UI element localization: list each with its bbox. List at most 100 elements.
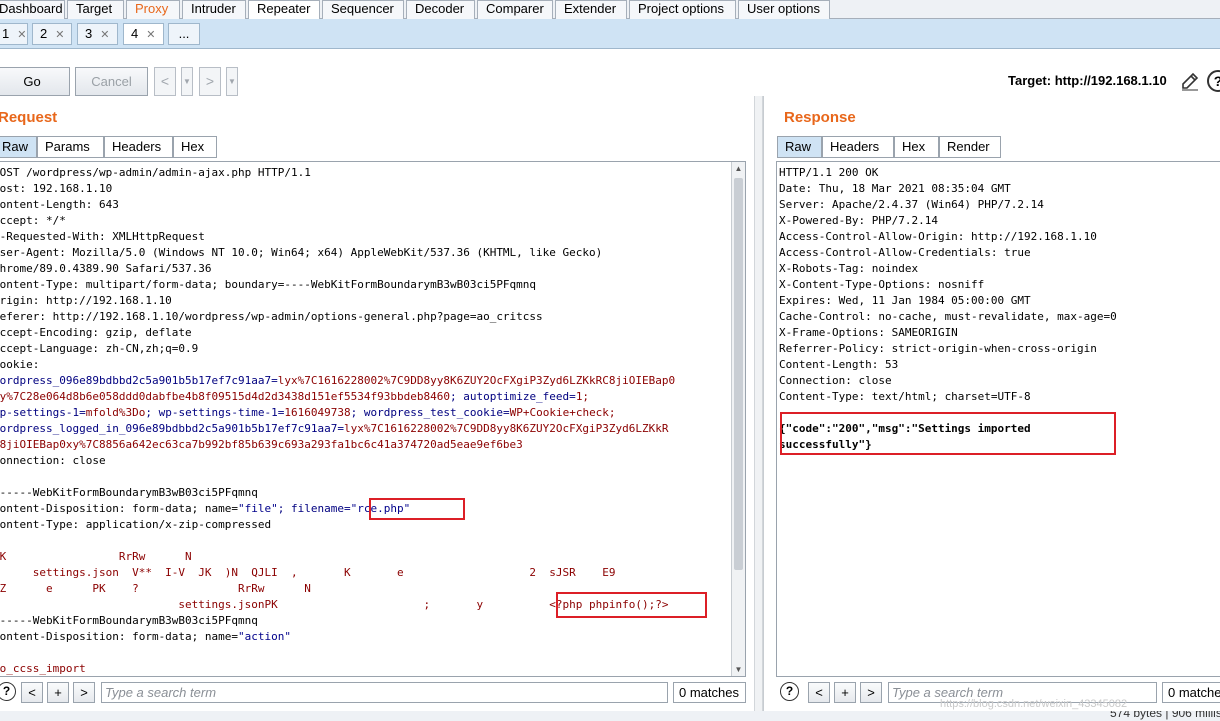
search-input[interactable]: Type a search term [101,682,668,703]
response-text: X-Robots-Tag: noindex [779,262,919,275]
scroll-down-icon[interactable]: ▼ [732,663,745,676]
request-line: wordpress_logged_in_096e89bdbbd2c5a901b5… [0,421,675,437]
request-line: Content-Type: application/x-zip-compress… [0,517,675,533]
request-text: Content-Type: application/x-zip-compress… [0,518,272,531]
request-text: ------WebKitFormBoundarymB3wB03ci5PFqmnq [0,614,258,627]
response-line: Content-Type: text/html; charset=UTF-8 [779,389,1117,405]
tab-user-options[interactable]: User options [738,0,830,19]
help-icon[interactable]: ? [0,682,16,701]
close-icon[interactable]: ✕ [55,29,64,41]
search-add-button[interactable]: + [834,682,856,703]
request-text: POST /wordpress/wp-admin/admin-ajax.php … [0,166,311,179]
search-next-button[interactable]: > [73,682,95,703]
tab-project-options[interactable]: Project options [629,0,736,19]
request-text: xy%7C28e064d8b6e058ddd0dabfbe4b8f09515d4… [0,390,450,403]
request-text: Origin: http://192.168.1.10 [0,294,172,307]
request-tab-hex[interactable]: Hex [173,136,217,158]
request-line: wp-settings-1=mfold%3Do; wp-settings-tim… [0,405,675,421]
highlight-response-json [780,412,1116,455]
request-text: Referer: http://192.168.1.10/wordpress/w… [0,310,543,323]
response-line: X-Frame-Options: SAMEORIGIN [779,325,1117,341]
tab-decoder[interactable]: Decoder [406,0,475,19]
response-tab-headers[interactable]: Headers [822,136,894,158]
response-tab-hex[interactable]: Hex [894,136,939,158]
response-title: Response [784,109,856,126]
request-text: Chrome/89.0.4389.90 Safari/537.36 [0,262,212,275]
toolbar: Go Cancel < ▼ > ▼ Target: http://192.168… [0,50,1220,96]
scroll-up-icon[interactable]: ▲ [732,162,745,175]
forward-arrow-icon[interactable]: > [199,67,221,96]
cancel-button[interactable]: Cancel [75,67,148,96]
request-text: ; wordpress_test_cookie= [350,406,510,419]
response-body: HTTP/1.1 200 OK Date: Thu, 18 Mar 2021 08… [779,165,1117,453]
close-icon[interactable]: ✕ [100,29,109,41]
response-text: Expires: Wed, 11 Jan 1984 05:00:00 GMT [779,294,1031,307]
response-line: Access-Control-Allow-Credentials: true [779,245,1117,261]
request-text: wordpress_logged_in_096e89bdbbd2c5a901b5… [0,422,344,435]
request-value: mfold%3Do [85,406,146,419]
request-line: Cookie: [0,357,675,373]
repeater-tab-1[interactable]: 1 ✕ [0,23,28,45]
panel-splitter[interactable] [754,96,763,711]
response-text: X-Content-Type-Options: nosniff [779,278,985,291]
request-line: xy%7C28e064d8b6e058ddd0dabfbe4b8f09515d4… [0,389,675,405]
request-tab-params[interactable]: Params [37,136,104,158]
close-icon[interactable]: ✕ [146,29,155,41]
request-value: WP+Cookie+check; [509,406,616,419]
help-icon[interactable]: ? [780,682,799,701]
request-line: Host: 192.168.1.10 [0,181,675,197]
pencil-icon[interactable] [1179,70,1201,92]
tab-proxy[interactable]: Proxy [126,0,180,19]
repeater-tab-3[interactable]: 3 ✕ [77,23,118,45]
response-tab-raw[interactable]: Raw [777,136,822,158]
request-line: Accept-Encoding: gzip, deflate [0,325,675,341]
scroll-thumb[interactable] [734,178,743,570]
request-scrollbar[interactable]: ▲ ▼ [731,162,745,676]
request-line: Referer: http://192.168.1.10/wordpress/w… [0,309,675,325]
response-line: Expires: Wed, 11 Jan 1984 05:00:00 GMT [779,293,1117,309]
forward-dropdown-icon[interactable]: ▼ [226,67,238,96]
repeater-tab-label: 3 [85,26,93,41]
response-line: Connection: close [779,373,1117,389]
new-tab-button[interactable]: ... [168,23,200,45]
tab-repeater[interactable]: Repeater [248,0,320,20]
request-line [0,645,675,661]
request-text: User-Agent: Mozilla/5.0 (Windows NT 10.0… [0,246,603,259]
response-line: Access-Control-Allow-Origin: http://192.… [779,229,1117,245]
tab-intruder[interactable]: Intruder [182,0,246,19]
response-text: X-Frame-Options: SAMEORIGIN [779,326,958,339]
search-prev-button[interactable]: < [21,682,43,703]
request-text: ------WebKitFormBoundarymB3wB03ci5PFqmnq [0,486,258,499]
request-text: settings.json V** I-V JK )N QJLI , K e 2… [0,566,616,579]
help-icon[interactable]: ? [1207,70,1220,92]
repeater-tab-2[interactable]: 2 ✕ [32,23,72,45]
tab-sequencer[interactable]: Sequencer [322,0,404,19]
search-prev-button[interactable]: < [808,682,830,703]
request-tab-raw[interactable]: Raw [0,136,37,158]
repeater-tab-label: 4 [131,26,139,41]
tab-target[interactable]: Target [67,0,124,19]
request-tab-headers[interactable]: Headers [104,136,173,158]
request-line: Accept-Language: zh-CN,zh;q=0.9 [0,341,675,357]
request-line: Accept: */* [0,213,675,229]
response-tab-render[interactable]: Render [939,136,1001,158]
request-text: Content-Type: multipart/form-data; bound… [0,278,537,291]
tab-dashboard[interactable]: Dashboard [0,0,65,19]
response-text: Access-Control-Allow-Origin: http://192.… [779,230,1097,243]
go-button[interactable]: Go [0,67,70,96]
request-text: Host: 192.168.1.10 [0,182,113,195]
search-next-button[interactable]: > [860,682,882,703]
tab-comparer[interactable]: Comparer [477,0,553,19]
back-dropdown-icon[interactable]: ▼ [181,67,193,96]
tab-extender[interactable]: Extender [555,0,627,19]
response-text: Date: Thu, 18 Mar 2021 08:35:04 GMT [779,182,1011,195]
request-line: wordpress_096e89bdbbd2c5a901b5b17ef7c91a… [0,373,675,389]
back-arrow-icon[interactable]: < [154,67,176,96]
request-value: lyx%7C1616228002%7C9DD8yy8K6ZUY2OcFXgiP3… [344,422,669,435]
request-line: Content-Disposition: form-data; name="ac… [0,629,675,645]
response-line: Date: Thu, 18 Mar 2021 08:35:04 GMT [779,181,1117,197]
close-icon[interactable]: ✕ [17,29,26,41]
search-add-button[interactable]: + [47,682,69,703]
repeater-tab-4[interactable]: 4 ✕ [123,23,164,45]
request-text: Content-Length: 643 [0,198,119,211]
